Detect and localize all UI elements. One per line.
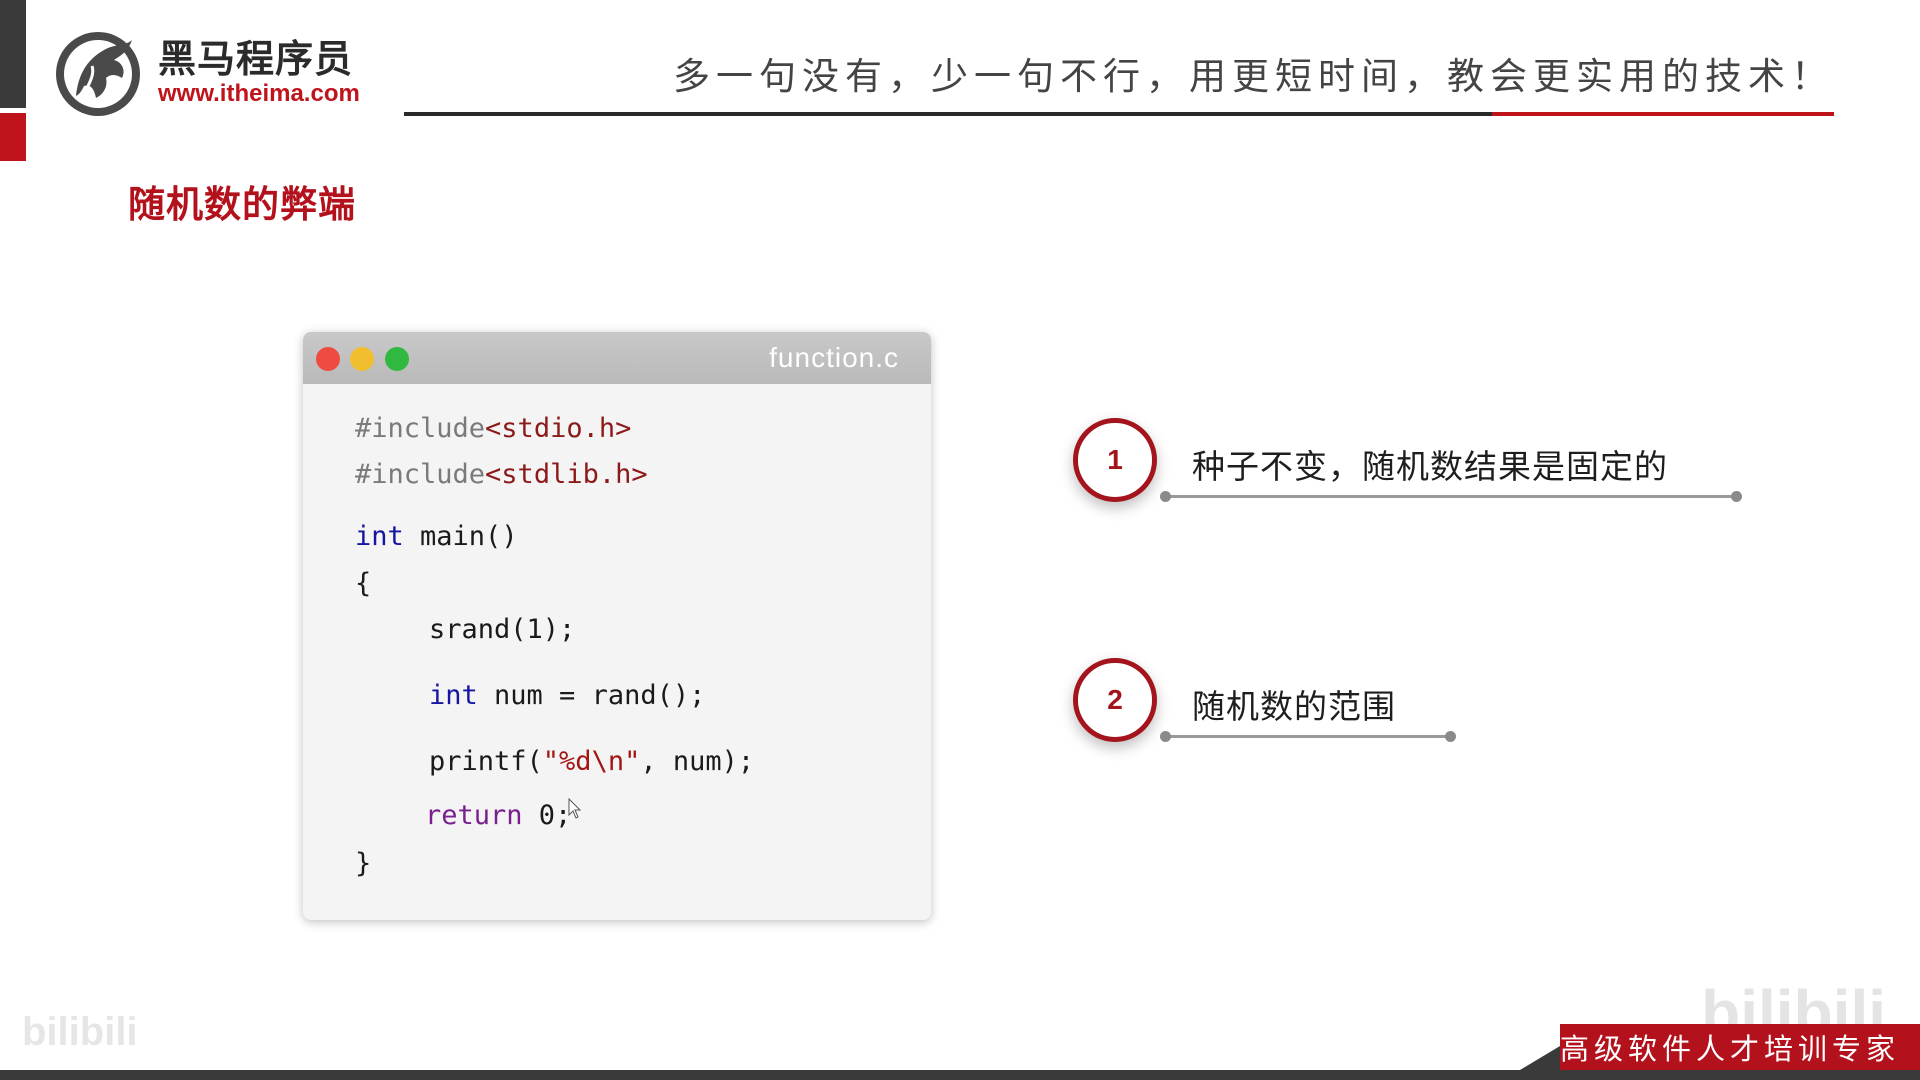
code-token: num = rand(); [477,680,706,711]
code-token: 0; [522,800,572,831]
slogan: 多一句没有，少一句不行，用更短时间，教会更实用的技术！ [673,55,1834,98]
code-window: function.c #include<stdio.h> #include<st… [303,332,931,920]
point-1-line-start-dot [1160,491,1171,502]
horse-logo-icon [48,26,148,118]
maximize-dot-icon [385,347,409,371]
code-line-6: int num = rand(); [429,680,705,711]
mouse-cursor-icon [568,798,582,819]
code-line-2: #include<stdlib.h> [355,459,648,490]
code-line-5: srand(1); [429,614,576,645]
point-1-text: 种子不变，随机数结果是固定的 [1192,447,1668,486]
watermark-left: bilibili [22,1010,138,1054]
code-line-3: int main() [355,521,518,552]
code-window-titlebar: function.c [303,332,931,384]
code-token: "%d\n" [542,746,641,777]
code-token: main() [403,521,518,552]
point-2-underline [1166,735,1452,738]
footer-tagline: 高级软件人才培训专家 [1559,1032,1900,1066]
code-token: #include [355,459,486,490]
header-rule-accent [1492,112,1834,116]
logo-url: www.itheima.com [158,80,360,107]
code-line-4: { [355,568,372,599]
point-1-number-badge: 1 [1073,418,1157,502]
code-line-9: } [355,848,372,879]
code-token: <stdlib.h> [485,459,648,490]
point-2-number-badge: 2 [1073,658,1157,742]
point-1-number: 1 [1107,444,1123,475]
point-1-underline [1166,495,1738,498]
code-token: int [429,680,478,711]
page-title: 随机数的弊端 [128,183,356,226]
close-dot-icon [316,347,340,371]
code-filename: function.c [769,342,899,373]
point-2-line-end-dot [1445,731,1456,742]
left-edge-bar [0,0,26,108]
point-2-number: 2 [1107,684,1123,715]
footer-wedge [1520,1046,1560,1070]
code-token: printf( [429,746,543,777]
left-edge-red-bar [0,113,26,161]
code-token: int [355,521,404,552]
code-line-1: #include<stdio.h> [355,413,631,444]
code-token: , num); [640,746,755,777]
point-1-line-end-dot [1731,491,1742,502]
code-token: return [425,800,523,831]
code-token: <stdio.h> [485,413,632,444]
code-token: #include [355,413,486,444]
brand-logo: 黑马程序员 www.itheima.com [48,26,360,118]
code-line-7: printf("%d\n", num); [429,746,754,777]
point-2-line-start-dot [1160,731,1171,742]
footer-bar [0,1070,1920,1080]
code-line-8: return 0; [425,800,571,831]
logo-name: 黑马程序员 [158,37,354,81]
minimize-dot-icon [350,347,374,371]
point-2-text: 随机数的范围 [1192,687,1396,726]
